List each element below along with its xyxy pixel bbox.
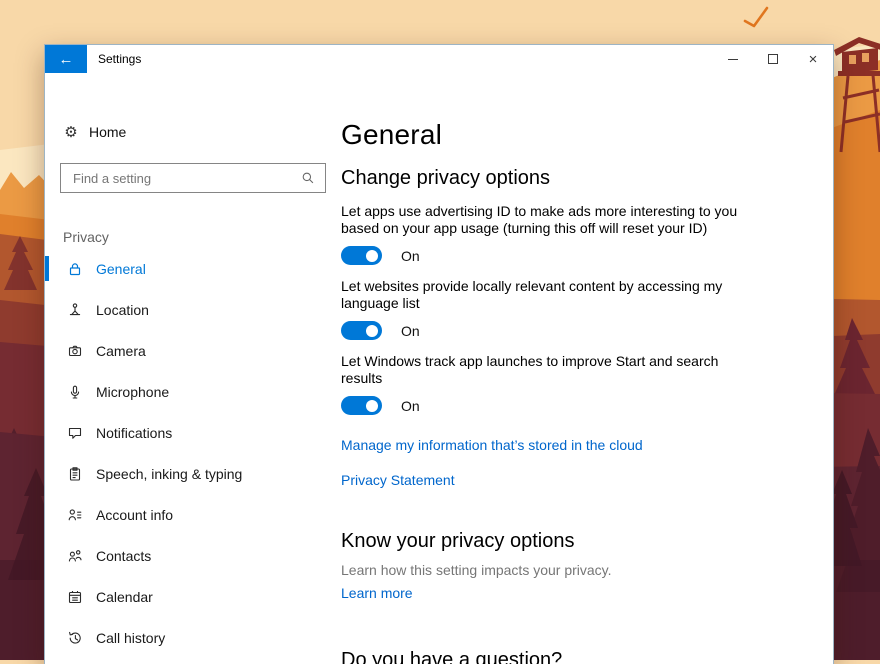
- toggle-knob: [366, 400, 378, 412]
- sidebar-item-speech-inking-typing[interactable]: Speech, inking & typing: [45, 453, 341, 494]
- maximize-button[interactable]: [753, 45, 793, 73]
- sidebar-item-email[interactable]: Email: [45, 658, 341, 664]
- sidebar-item-account-info[interactable]: Account info: [45, 494, 341, 535]
- setting-description: Let Windows track app launches to improv…: [341, 353, 761, 387]
- person-list-icon: [67, 507, 83, 523]
- sidebar-home-label: Home: [89, 124, 126, 140]
- know-privacy-options-title: Know your privacy options: [341, 530, 833, 553]
- setting-description: Let apps use advertising ID to make ads …: [341, 203, 761, 237]
- clipboard-icon: [67, 466, 83, 482]
- sidebar-item-label: Speech, inking & typing: [96, 466, 242, 482]
- section-title: Change privacy options: [341, 167, 833, 190]
- lock-icon: [67, 261, 83, 277]
- sidebar-item-label: General: [96, 261, 146, 277]
- selected-indicator: [45, 256, 49, 281]
- call-history-icon: [67, 630, 83, 646]
- sidebar-item-contacts[interactable]: Contacts: [45, 535, 341, 576]
- learn-more-link[interactable]: Learn more: [341, 585, 413, 601]
- sidebar-item-location[interactable]: Location: [45, 289, 341, 330]
- close-icon: ×: [809, 52, 818, 67]
- minimize-button[interactable]: [713, 45, 753, 73]
- toggle-state-label: On: [401, 398, 420, 414]
- sidebar-item-label: Notifications: [96, 425, 172, 441]
- sidebar-item-label: Contacts: [96, 548, 151, 564]
- speech-bubble-icon: [67, 425, 83, 441]
- privacy-statement-link[interactable]: Privacy Statement: [341, 472, 455, 488]
- search-input[interactable]: [71, 170, 300, 187]
- location-icon: [67, 302, 83, 318]
- manage-cloud-info-link[interactable]: Manage my information that’s stored in t…: [341, 437, 643, 453]
- sidebar-item-notifications[interactable]: Notifications: [45, 412, 341, 453]
- sidebar-item-label: Camera: [96, 343, 146, 359]
- camera-icon: [67, 343, 83, 359]
- people-icon: [67, 548, 83, 564]
- back-arrow-icon: ←: [59, 51, 74, 68]
- search-icon: [300, 170, 316, 186]
- sidebar-item-call-history[interactable]: Call history: [45, 617, 341, 658]
- sidebar-section-header: Privacy: [45, 229, 341, 247]
- sidebar-item-calendar[interactable]: Calendar: [45, 576, 341, 617]
- sidebar-item-camera[interactable]: Camera: [45, 330, 341, 371]
- sidebar-nav-list: General Location Camera: [45, 248, 341, 664]
- toggle-state-label: On: [401, 323, 420, 339]
- sidebar-item-label: Calendar: [96, 589, 153, 605]
- window-title: Settings: [98, 52, 141, 66]
- search-box[interactable]: [60, 163, 326, 193]
- language-list-toggle[interactable]: [341, 321, 382, 340]
- sidebar-item-label: Location: [96, 302, 149, 318]
- close-button[interactable]: ×: [793, 45, 833, 73]
- toggle-knob: [366, 250, 378, 262]
- settings-window: ← Settings × ⚙ Home Privacy: [44, 44, 834, 664]
- calendar-icon: [67, 589, 83, 605]
- app-launch-tracking-toggle[interactable]: [341, 396, 382, 415]
- title-bar[interactable]: ← Settings ×: [45, 45, 833, 73]
- sidebar-item-home[interactable]: ⚙ Home: [45, 121, 341, 143]
- setting-description: Let websites provide locally relevant co…: [341, 278, 761, 312]
- toggle-knob: [366, 325, 378, 337]
- settings-sidebar: ⚙ Home Privacy General: [45, 73, 341, 664]
- toggle-state-label: On: [401, 248, 420, 264]
- page-title: General: [341, 119, 833, 151]
- maximize-icon: [768, 54, 778, 64]
- sidebar-item-general[interactable]: General: [45, 248, 341, 289]
- sidebar-item-label: Call history: [96, 630, 165, 646]
- advertising-id-toggle[interactable]: [341, 246, 382, 265]
- gear-icon: ⚙: [63, 124, 79, 140]
- know-privacy-options-description: Learn how this setting impacts your priv…: [341, 562, 833, 578]
- sidebar-item-microphone[interactable]: Microphone: [45, 371, 341, 412]
- minimize-icon: [728, 59, 738, 60]
- sidebar-item-label: Account info: [96, 507, 173, 523]
- sidebar-item-label: Microphone: [96, 384, 169, 400]
- microphone-icon: [67, 384, 83, 400]
- back-button[interactable]: ←: [45, 45, 87, 73]
- question-title: Do you have a question?: [341, 649, 833, 664]
- settings-main-content: General Change privacy options Let apps …: [341, 73, 833, 664]
